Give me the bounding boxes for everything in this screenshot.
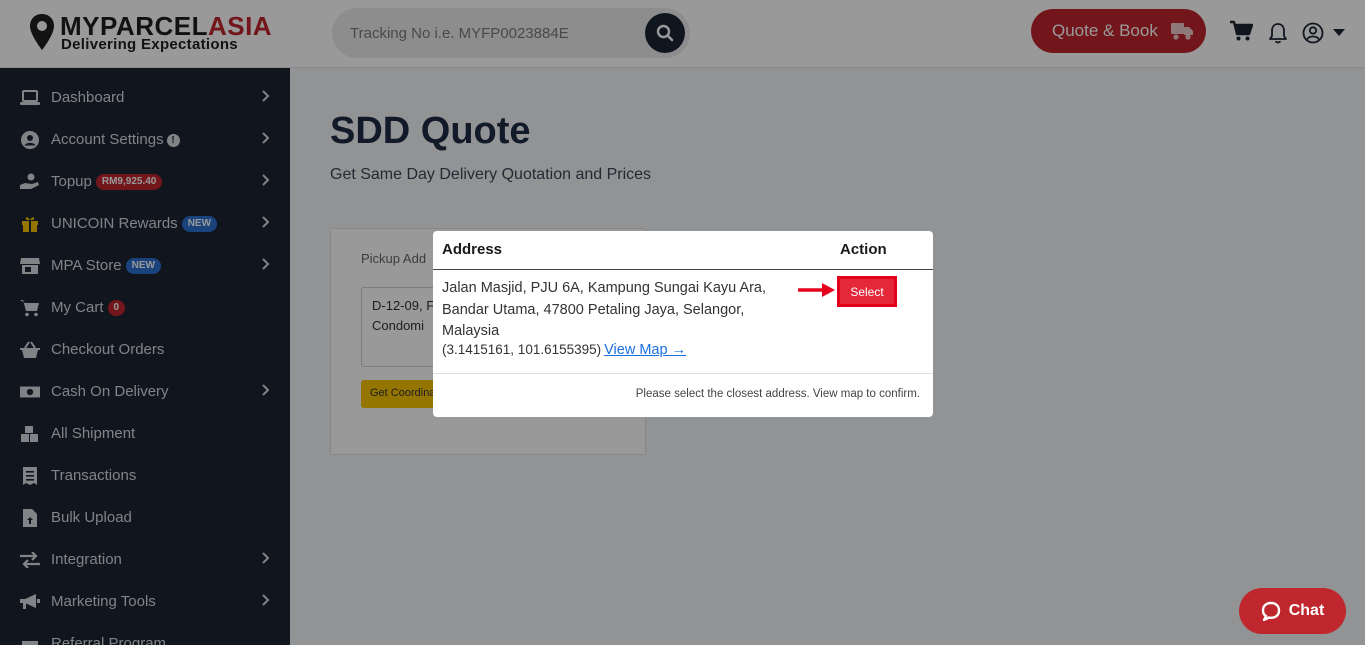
select-address-button[interactable]: Select (840, 279, 894, 304)
address-column-header: Address (442, 241, 503, 258)
modal-footer: Please select the closest address. View … (433, 373, 933, 417)
address-select-modal: Address Action Jalan Masjid, PJU 6A, Kam… (433, 231, 933, 417)
modal-table-header: Address Action (433, 231, 933, 270)
view-map-link[interactable]: View Map → (604, 342, 686, 358)
chat-bubble-icon (1261, 601, 1280, 621)
chat-label: Chat (1288, 602, 1325, 619)
arrow-right-icon (798, 283, 835, 297)
action-column-header: Action (840, 241, 887, 258)
address-result-text: Jalan Masjid, PJU 6A, Kampung Sungai Kay… (442, 280, 767, 339)
modal-footer-note: Please select the closest address. View … (635, 388, 920, 400)
address-coordinates: (3.1415161, 101.6155395) View Map → (442, 342, 686, 358)
coordinates-text: (3.1415161, 101.6155395) (442, 342, 602, 357)
chat-button[interactable]: Chat (1239, 588, 1346, 634)
